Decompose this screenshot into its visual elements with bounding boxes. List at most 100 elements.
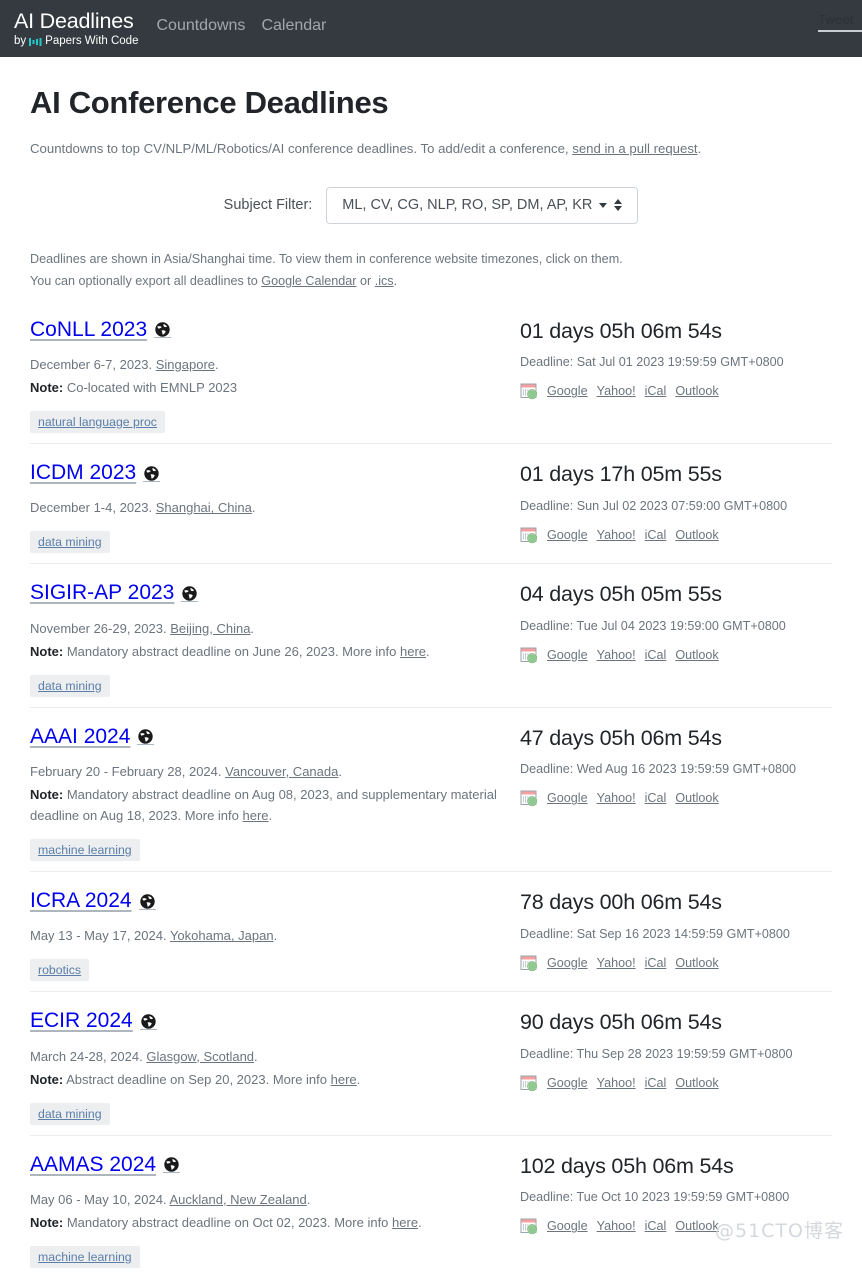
note-more-info-link[interactable]: here xyxy=(400,644,426,659)
calendar-export-row: Google Yahoo! iCal Outlook xyxy=(520,789,832,807)
conference-location-link[interactable]: Shanghai, China xyxy=(156,500,252,515)
conference-name-link[interactable]: AAAI 2024 xyxy=(30,724,130,750)
conference-location-suffix: . xyxy=(250,620,255,636)
note-more-info-link[interactable]: here xyxy=(392,1215,418,1230)
note-suffix: . xyxy=(418,1214,422,1230)
add-to-yahoo-calendar-link[interactable]: Yahoo! xyxy=(597,528,636,542)
add-to-google-calendar-link[interactable]: Google xyxy=(547,648,588,662)
globe-icon[interactable] xyxy=(163,1156,181,1174)
add-to-google-calendar-link[interactable]: Google xyxy=(547,384,588,398)
conference-location-link[interactable]: Beijing, China xyxy=(170,621,250,636)
add-to-yahoo-calendar-link[interactable]: Yahoo! xyxy=(597,791,636,805)
calendar-icon xyxy=(520,526,538,544)
note-suffix: . xyxy=(426,643,430,659)
add-to-google-calendar-link[interactable]: Google xyxy=(547,791,588,805)
note-more-info-link[interactable]: here xyxy=(331,1072,357,1087)
conference-location-link[interactable]: Singapore xyxy=(156,357,215,372)
globe-icon[interactable] xyxy=(154,321,172,339)
brand-link[interactable]: AI Deadlines by Papers With Code xyxy=(14,9,138,48)
add-to-yahoo-calendar-link[interactable]: Yahoo! xyxy=(597,648,636,662)
conference-location-suffix: . xyxy=(215,356,219,372)
conference-name-link[interactable]: SIGIR-AP 2023 xyxy=(30,580,174,606)
conference-info: AAAI 2024 February 20 - February 28, 2024… xyxy=(30,724,520,861)
deadline-text[interactable]: Deadline: Sun Jul 02 2023 07:59:00 GMT+0… xyxy=(520,499,832,513)
conference-countdown-panel: 01 days 17h 05m 55s Deadline: Sun Jul 02 … xyxy=(520,460,832,553)
conference-date-text: May 06 - May 10, 2024. xyxy=(30,1191,170,1207)
watermark: @51CTO博客 xyxy=(714,1220,844,1242)
subject-filter-select[interactable]: ML, CV, CG, NLP, RO, SP, DM, AP, KR xyxy=(326,186,639,224)
calendar-icon xyxy=(520,1074,538,1092)
deadline-text[interactable]: Deadline: Tue Oct 10 2023 19:59:59 GMT+0… xyxy=(520,1190,832,1204)
export-middle: or xyxy=(356,274,375,289)
globe-icon[interactable] xyxy=(139,1013,157,1030)
add-to-yahoo-calendar-link[interactable]: Yahoo! xyxy=(597,1219,636,1233)
add-to-outlook-link[interactable]: Outlook xyxy=(675,384,718,398)
add-to-ical-link[interactable]: iCal xyxy=(645,791,667,805)
conference-name-link[interactable]: ECIR 2024 xyxy=(30,1008,133,1034)
subject-tag[interactable]: data mining xyxy=(30,1102,110,1125)
add-to-ical-link[interactable]: iCal xyxy=(645,384,667,398)
subject-tag[interactable]: robotics xyxy=(30,959,90,982)
conference-name-link[interactable]: CoNLL 2023 xyxy=(30,317,147,343)
export-prefix: You can optionally export all deadlines … xyxy=(30,274,262,289)
subject-tag[interactable]: machine learning xyxy=(30,838,140,861)
subject-tag[interactable]: natural language proc xyxy=(30,410,165,433)
add-to-google-calendar-link[interactable]: Google xyxy=(547,956,588,970)
timezone-note-line1: Deadlines are shown in Asia/Shanghai tim… xyxy=(30,251,623,266)
subject-tag[interactable]: data mining xyxy=(30,531,110,554)
subject-tag[interactable]: data mining xyxy=(30,674,110,697)
deadline-text[interactable]: Deadline: Sat Sep 16 2023 14:59:59 GMT+0… xyxy=(520,927,832,941)
deadline-text[interactable]: Deadline: Thu Sep 28 2023 19:59:59 GMT+0… xyxy=(520,1047,832,1061)
add-to-google-calendar-link[interactable]: Google xyxy=(547,528,588,542)
add-to-ical-link[interactable]: iCal xyxy=(645,956,667,970)
globe-icon[interactable] xyxy=(143,465,161,482)
ics-export-link[interactable]: .ics xyxy=(375,274,394,288)
conference-dates: December 1-4, 2023. Shanghai, China. xyxy=(30,497,508,518)
note-more-info-link[interactable]: here xyxy=(243,808,269,823)
conference-note: Note: Mandatory abstract deadline on Jun… xyxy=(30,641,508,662)
nav-item-calendar[interactable]: Calendar xyxy=(261,17,326,35)
tweet-button[interactable]: Tweet xyxy=(818,12,862,32)
add-to-yahoo-calendar-link[interactable]: Yahoo! xyxy=(597,384,636,398)
add-to-ical-link[interactable]: iCal xyxy=(645,528,667,542)
conference-countdown-panel: 01 days 05h 06m 54s Deadline: Sat Jul 01 … xyxy=(520,317,832,433)
add-to-ical-link[interactable]: iCal xyxy=(645,648,667,662)
conference-location-link[interactable]: Glasgow, Scotland xyxy=(146,1049,254,1064)
deadline-text[interactable]: Deadline: Wed Aug 16 2023 19:59:59 GMT+0… xyxy=(520,762,832,776)
pull-request-link[interactable]: send in a pull request xyxy=(572,141,697,156)
note-label: Note: xyxy=(30,1214,64,1230)
add-to-outlook-link[interactable]: Outlook xyxy=(675,1219,718,1233)
globe-icon[interactable] xyxy=(138,893,156,910)
add-to-outlook-link[interactable]: Outlook xyxy=(675,648,718,662)
add-to-outlook-link[interactable]: Outlook xyxy=(675,528,718,542)
conference-location-link[interactable]: Vancouver, Canada xyxy=(225,764,338,779)
conference-tags: data mining xyxy=(30,674,508,697)
google-calendar-export-link[interactable]: Google Calendar xyxy=(261,274,356,288)
conference-name-link[interactable]: AAMAS 2024 xyxy=(30,1152,156,1178)
add-to-ical-link[interactable]: iCal xyxy=(645,1219,667,1233)
conference-location-link[interactable]: Auckland, New Zealand xyxy=(169,1192,306,1207)
add-to-yahoo-calendar-link[interactable]: Yahoo! xyxy=(597,956,636,970)
main-container: AI Conference Deadlines Countdowns to to… xyxy=(0,85,862,1278)
globe-icon[interactable] xyxy=(137,728,155,746)
deadline-text[interactable]: Deadline: Sat Jul 01 2023 19:59:59 GMT+0… xyxy=(520,355,832,369)
conference-title: ECIR 2024 xyxy=(30,1008,157,1034)
conference-name-link[interactable]: ICDM 2023 xyxy=(30,460,136,486)
add-to-outlook-link[interactable]: Outlook xyxy=(675,1076,718,1090)
add-to-outlook-link[interactable]: Outlook xyxy=(675,956,718,970)
globe-icon[interactable] xyxy=(181,585,199,602)
subject-filter-label: Subject Filter: xyxy=(223,197,313,214)
nav-item-countdowns[interactable]: Countdowns xyxy=(156,17,245,35)
conference-tags: data mining xyxy=(30,1102,508,1125)
add-to-outlook-link[interactable]: Outlook xyxy=(675,791,718,805)
note-suffix: . xyxy=(268,807,273,823)
conference-location-link[interactable]: Yokohama, Japan xyxy=(170,928,274,943)
add-to-google-calendar-link[interactable]: Google xyxy=(547,1219,588,1233)
add-to-ical-link[interactable]: iCal xyxy=(645,1076,667,1090)
deadline-text[interactable]: Deadline: Tue Jul 04 2023 19:59:00 GMT+0… xyxy=(520,619,832,633)
add-to-google-calendar-link[interactable]: Google xyxy=(547,1076,588,1090)
conference-name-link[interactable]: ICRA 2024 xyxy=(30,888,132,914)
export-suffix: . xyxy=(393,274,398,289)
add-to-yahoo-calendar-link[interactable]: Yahoo! xyxy=(597,1076,636,1090)
conference-title: AAMAS 2024 xyxy=(30,1152,181,1178)
